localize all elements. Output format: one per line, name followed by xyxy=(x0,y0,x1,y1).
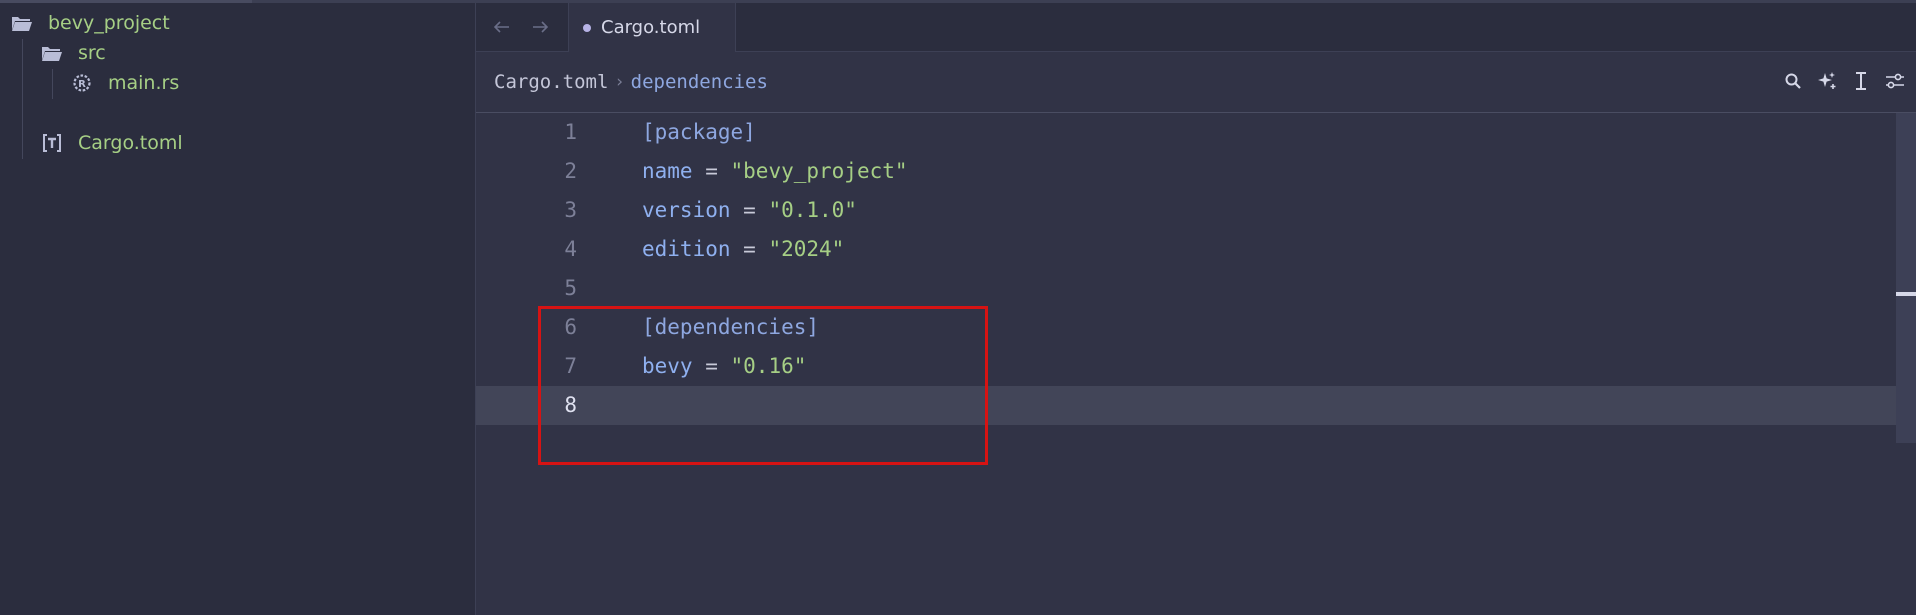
breadcrumb-bar: Cargo.toml › dependencies xyxy=(476,52,1916,113)
folder-open-icon xyxy=(40,41,64,65)
code-line[interactable]: 3 version = "0.1.0" xyxy=(476,191,1896,230)
tree-indent-guide xyxy=(52,69,53,99)
toml-string-value: "2024" xyxy=(768,237,845,261)
annotation-highlight-box xyxy=(538,306,988,465)
folder-open-icon xyxy=(10,11,34,35)
tree-item-label: main.rs xyxy=(108,72,180,94)
tree-item-label: Cargo.toml xyxy=(78,132,183,154)
line-number: 4 xyxy=(564,237,577,261)
vertical-scrollbar[interactable] xyxy=(1896,113,1916,443)
line-number: 3 xyxy=(564,198,577,222)
toml-operator: = xyxy=(730,198,769,222)
breadcrumb: Cargo.toml › dependencies xyxy=(494,71,768,93)
back-arrow-icon[interactable] xyxy=(490,15,514,39)
sliders-icon[interactable] xyxy=(1884,70,1906,92)
toml-operator: = xyxy=(692,159,731,183)
toml-operator: = xyxy=(730,237,769,261)
toml-string-value: "bevy_project" xyxy=(730,159,908,183)
search-icon[interactable] xyxy=(1782,70,1804,92)
line-number: 1 xyxy=(564,120,577,144)
tree-item-label: src xyxy=(78,42,106,64)
toml-key: edition xyxy=(642,237,731,261)
toml-string-value: "0.1.0" xyxy=(768,198,857,222)
text-cursor-icon[interactable] xyxy=(1850,70,1872,92)
tree-item-cargo-toml[interactable]: Cargo.toml xyxy=(40,128,183,158)
rust-file-icon: R xyxy=(70,71,94,95)
line-content: [package] xyxy=(642,113,756,152)
code-line[interactable]: 5 xyxy=(476,269,1896,308)
svg-text:R: R xyxy=(78,79,86,90)
forward-arrow-icon[interactable] xyxy=(528,15,552,39)
sparkle-icon[interactable] xyxy=(1816,70,1838,92)
tab-cargo-toml[interactable]: Cargo.toml xyxy=(568,3,736,52)
toml-key: name xyxy=(642,159,693,183)
scrollbar-cursor-marker xyxy=(1896,292,1916,296)
tree-item-bevy-project[interactable]: bevy_project xyxy=(10,8,170,38)
line-content: version = "0.1.0" xyxy=(642,191,857,230)
line-number: 2 xyxy=(564,159,577,183)
line-number: 5 xyxy=(564,276,577,300)
code-line[interactable]: 4 edition = "2024" xyxy=(476,230,1896,269)
breadcrumb-section[interactable]: dependencies xyxy=(631,71,768,93)
editor-toolbar xyxy=(1782,70,1906,92)
tree-item-main-rs[interactable]: R main.rs xyxy=(70,68,179,98)
tab-bar: Cargo.toml xyxy=(476,3,1916,52)
breadcrumb-file[interactable]: Cargo.toml xyxy=(494,71,608,93)
tree-item-label: bevy_project xyxy=(48,12,170,34)
line-content: edition = "2024" xyxy=(642,230,844,269)
tree-indent-guide xyxy=(22,39,23,159)
toml-file-icon xyxy=(40,131,64,155)
modified-dot-icon xyxy=(583,23,591,32)
file-explorer: bevy_project src R main.rs Cargo.toml xyxy=(0,3,476,615)
code-line[interactable]: 1 [package] xyxy=(476,113,1896,152)
toml-section-header: [package] xyxy=(642,120,756,144)
line-content: name = "bevy_project" xyxy=(642,152,908,191)
tree-item-src[interactable]: src xyxy=(40,38,106,68)
breadcrumb-separator: › xyxy=(614,72,625,92)
toml-key: version xyxy=(642,198,731,222)
tab-label: Cargo.toml xyxy=(601,17,701,38)
code-line[interactable]: 2 name = "bevy_project" xyxy=(476,152,1896,191)
